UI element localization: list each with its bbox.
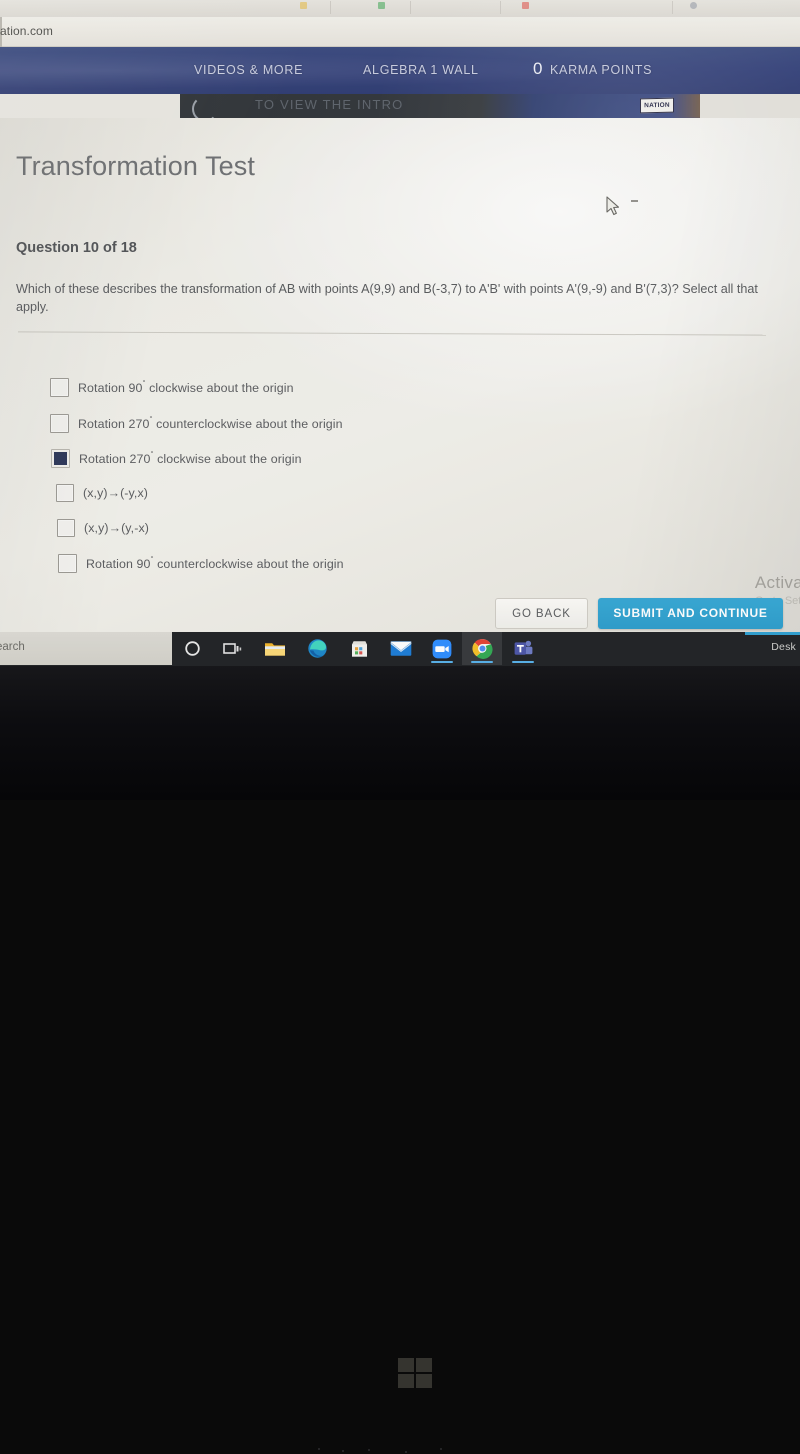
task-view-icon	[222, 642, 241, 654]
watermark-line-1: Activat	[754, 573, 800, 592]
taskbar-running-indicator	[431, 661, 453, 663]
answer-option-2[interactable]: Rotation 270° counterclockwise about the…	[50, 414, 343, 433]
banner-text: TO VIEW THE INTRO	[255, 97, 404, 112]
zoom-icon	[432, 639, 452, 658]
question-counter: Question 10 of 18	[16, 240, 137, 256]
site-navigation-bar: VIDEOS & MORE ALGEBRA 1 WALL 0 KARMA POI…	[0, 47, 800, 94]
bookmark-separator	[500, 1, 501, 14]
degree-symbol: °	[150, 448, 154, 458]
banner-right-gutter	[700, 94, 800, 118]
intro-video-banner[interactable]: TO VIEW THE INTRO NATION	[0, 94, 800, 118]
banner-left-gutter	[0, 94, 182, 118]
degree-symbol: °	[149, 413, 153, 423]
taskbar-zoom-button[interactable]	[422, 632, 462, 665]
bookmark-item[interactable]	[455, 1, 471, 10]
checkbox-option-4[interactable]	[56, 484, 74, 502]
mouse-cursor	[606, 196, 620, 216]
submit-and-continue-button[interactable]: SUBMIT AND CONTINUE	[598, 598, 783, 629]
quiz-page: Transformation Test Question 10 of 18 Wh…	[0, 118, 800, 638]
taskbar-mail-button[interactable]	[381, 632, 421, 665]
nav-item-videos-and-more[interactable]: VIDEOS & MORE	[194, 63, 303, 77]
bookmark-item[interactable]	[522, 1, 532, 10]
answer-option-4-label: (x,y)→(-y,x)	[83, 486, 148, 500]
taskbar-microsoft-edge-button[interactable]	[297, 632, 337, 665]
bookmark-item[interactable]	[378, 1, 388, 10]
bookmark-separator	[330, 1, 331, 14]
option-2-text-post: counterclockwise about the origin	[156, 417, 343, 432]
answer-option-5-label: (x,y)→(y,-x)	[84, 521, 149, 535]
option-6-text-post: counterclockwise about the origin	[157, 557, 344, 572]
question-text: Which of these describes the transformat…	[16, 282, 758, 314]
answer-option-1[interactable]: Rotation 90° clockwise about the origin	[50, 378, 294, 397]
answer-option-1-label: Rotation 90° clockwise about the origin	[78, 377, 294, 396]
bookmark-item[interactable]	[300, 1, 310, 10]
answer-option-3-label: Rotation 270° clockwise about the origin	[79, 448, 302, 467]
answer-option-2-label: Rotation 270° counterclockwise about the…	[78, 413, 343, 432]
taskbar-window-accent	[745, 632, 800, 635]
file-explorer-icon	[265, 642, 285, 656]
answer-option-6-label: Rotation 90° counterclockwise about the …	[86, 553, 344, 572]
microsoft-store-icon	[351, 641, 367, 657]
microsoft-edge-icon	[307, 639, 327, 658]
nav-item-karma-points[interactable]: KARMA POINTS	[550, 63, 652, 77]
answer-option-3[interactable]: Rotation 270° clockwise about the origin	[51, 449, 302, 468]
nav-item-algebra-1-wall[interactable]: ALGEBRA 1 WALL	[363, 63, 479, 77]
address-bar-url[interactable]: ation.com	[0, 24, 53, 38]
taskbar-running-indicator	[512, 661, 534, 663]
taskbar-google-chrome-button[interactable]	[462, 632, 502, 665]
checkbox-option-3[interactable]	[51, 449, 70, 468]
degree-symbol: °	[150, 553, 154, 563]
taskbar-running-indicator	[471, 661, 493, 663]
taskbar-microsoft-store-button[interactable]	[339, 632, 379, 665]
page-title: Transformation Test	[16, 151, 255, 181]
option-3-text-pre: Rotation 270	[79, 452, 151, 467]
bookmark-separator	[410, 1, 411, 14]
windows-logo-icon	[398, 1358, 432, 1388]
section-divider	[18, 331, 766, 336]
microsoft-teams-icon	[514, 640, 533, 655]
taskbar-task-view-button[interactable]	[212, 632, 252, 665]
answer-option-4[interactable]: (x,y)→(-y,x)	[56, 484, 148, 502]
answer-option-6[interactable]: Rotation 90° counterclockwise about the …	[58, 554, 344, 573]
cortana-icon	[184, 641, 200, 656]
browser-bookmarks-bar[interactable]	[0, 0, 800, 17]
option-1-text-pre: Rotation 90	[78, 381, 143, 396]
bookmark-separator	[672, 1, 673, 14]
degree-symbol: °	[142, 377, 146, 387]
browser-address-bar[interactable]: ation.com	[0, 17, 800, 47]
option-2-text-pre: Rotation 270	[78, 417, 150, 432]
google-chrome-icon	[471, 639, 493, 659]
checkbox-option-6[interactable]	[58, 554, 77, 573]
option-3-text-post: clockwise about the origin	[157, 452, 302, 467]
checkbox-option-5[interactable]	[57, 519, 75, 537]
option-1-text-post: clockwise about the origin	[149, 381, 294, 396]
option-6-text-pre: Rotation 90	[86, 557, 151, 572]
bezel-speckles	[310, 1448, 490, 1454]
go-back-button[interactable]: GO BACK	[495, 598, 588, 629]
karma-points-count: 0	[533, 59, 543, 78]
answer-option-5[interactable]: (x,y)→(y,-x)	[57, 519, 149, 537]
laptop-photo: ation.com VIDEOS & MORE ALGEBRA 1 WALL 0…	[0, 0, 800, 1453]
taskbar-search-box[interactable]: earch	[0, 632, 172, 665]
taskbar-file-explorer-button[interactable]	[255, 632, 295, 665]
play-circle-icon[interactable]	[192, 96, 218, 118]
cursor-dash-artifact	[631, 200, 638, 202]
checkbox-option-2[interactable]	[50, 414, 69, 433]
taskbar-search-placeholder: earch	[0, 641, 25, 653]
laptop-bezel	[0, 666, 800, 1453]
windows-taskbar: earch	[0, 632, 800, 666]
taskbar-microsoft-teams-button[interactable]	[503, 632, 543, 665]
taskbar-cortana-button[interactable]	[172, 632, 212, 665]
checkbox-option-1[interactable]	[50, 378, 69, 397]
bookmark-item-launch-meeting[interactable]	[690, 1, 700, 10]
laptop-screen: ation.com VIDEOS & MORE ALGEBRA 1 WALL 0…	[0, 0, 800, 672]
mail-icon	[390, 641, 412, 656]
nation-logo-badge: NATION	[640, 97, 674, 114]
taskbar-show-desktop-label[interactable]: Desk	[771, 641, 796, 653]
